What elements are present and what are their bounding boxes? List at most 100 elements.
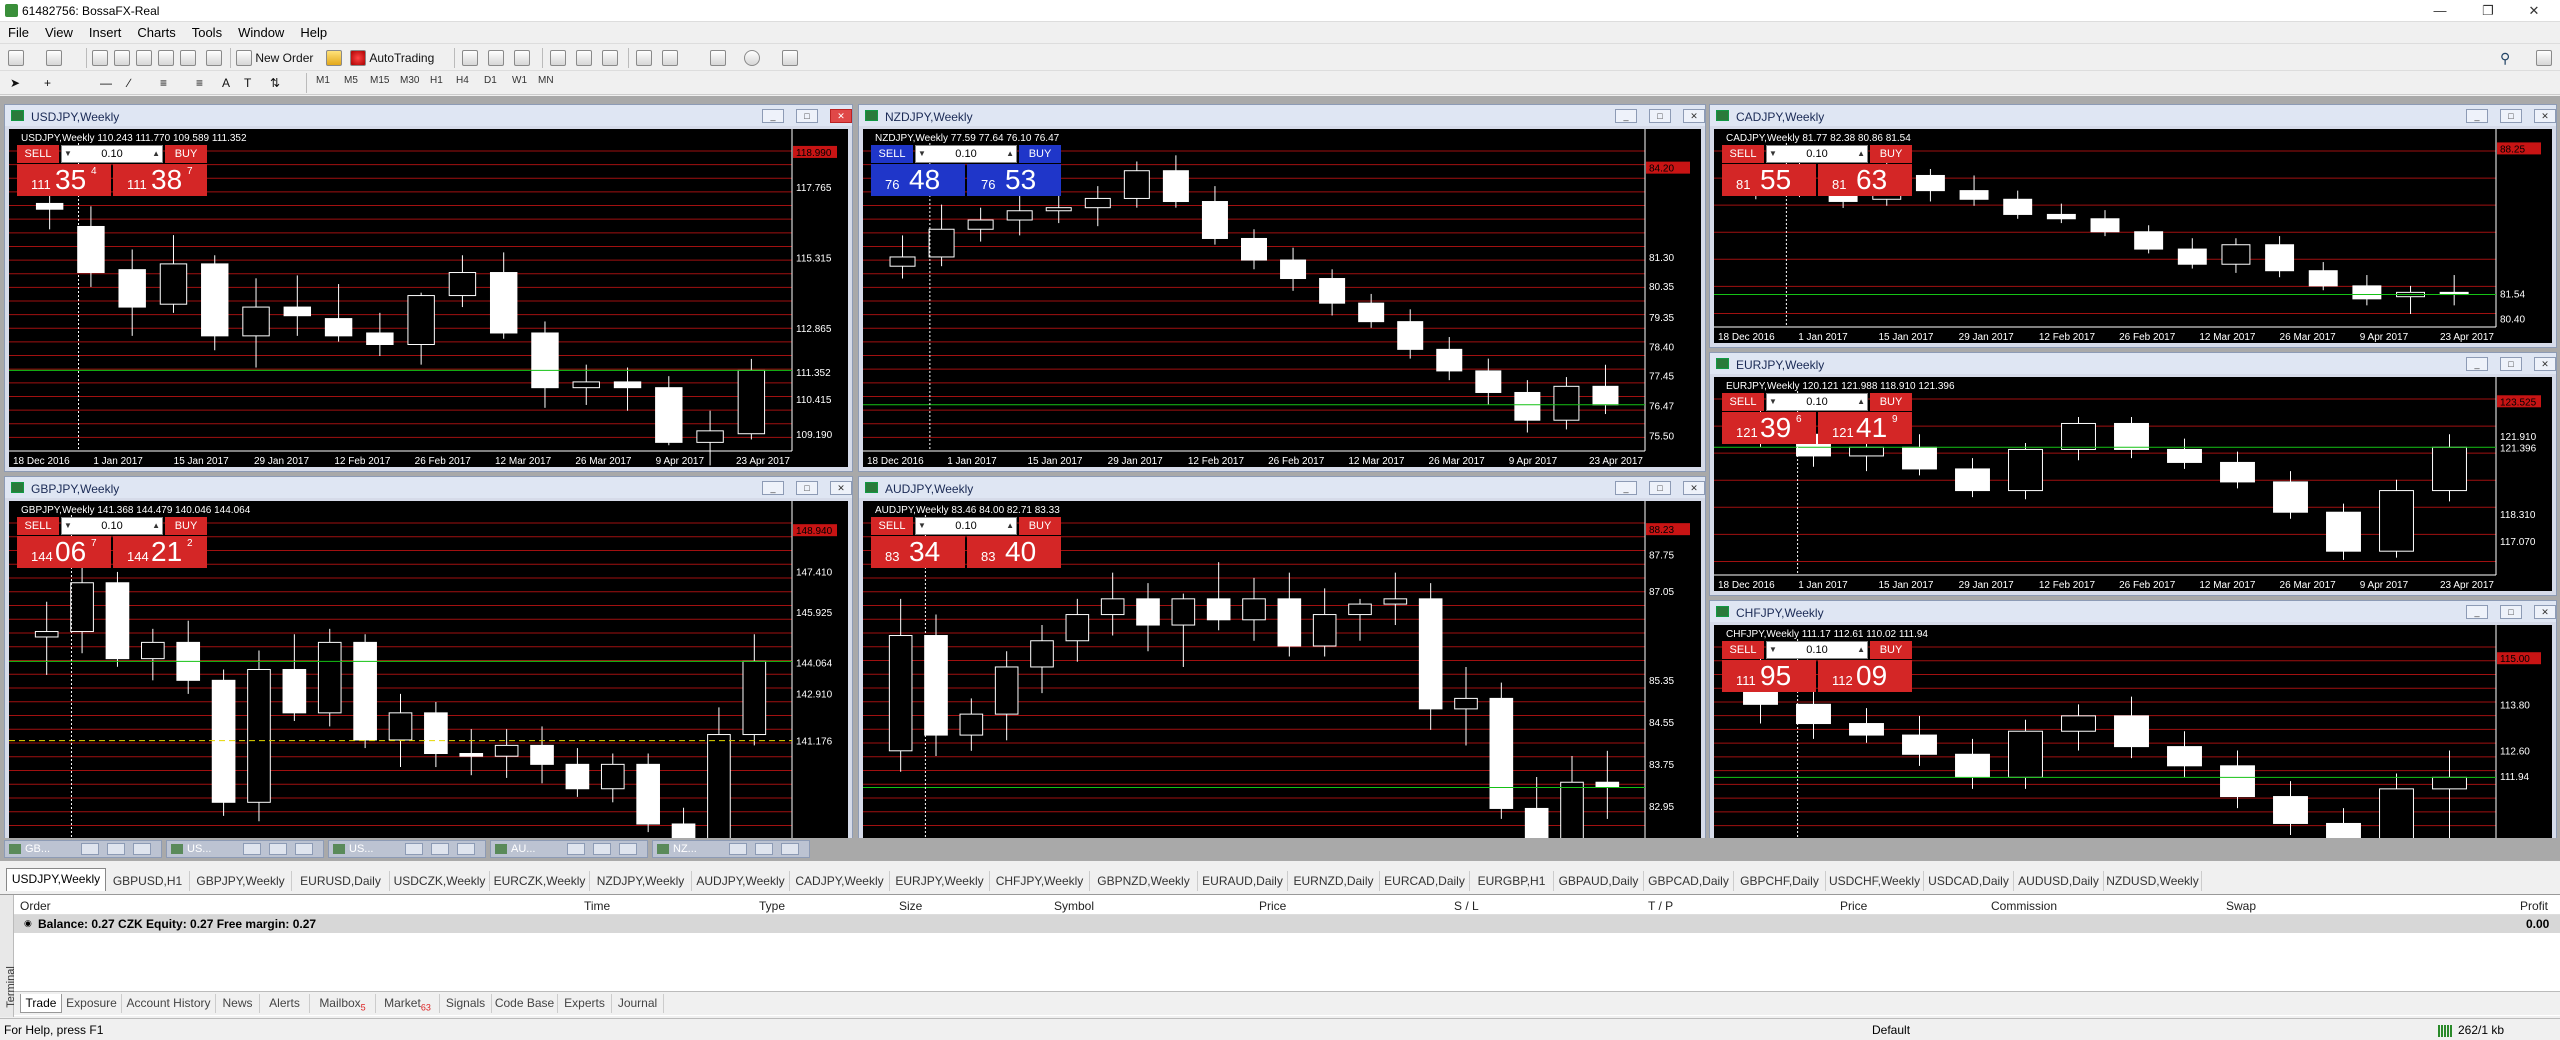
lot-up-icon[interactable]: ▲ bbox=[1857, 642, 1865, 658]
lot-up-icon[interactable]: ▲ bbox=[1857, 394, 1865, 410]
menu-tools[interactable]: Tools bbox=[184, 22, 230, 43]
sell-button[interactable]: SELL bbox=[1722, 393, 1764, 411]
chart-minimize-button[interactable]: _ bbox=[1615, 481, 1637, 495]
restore-button[interactable]: ❐ bbox=[2468, 2, 2508, 20]
balance-row[interactable]: ◉ Balance: 0.27 CZK Equity: 0.27 Free ma… bbox=[14, 915, 2560, 933]
buy-button[interactable]: BUY bbox=[1870, 393, 1912, 411]
col-order[interactable]: Order bbox=[20, 899, 51, 913]
buy-button[interactable]: BUY bbox=[1019, 517, 1061, 535]
col-type[interactable]: Type bbox=[759, 899, 785, 913]
sell-price[interactable]: 111 95 bbox=[1722, 660, 1816, 692]
sell-price[interactable]: 83 34 bbox=[871, 536, 965, 568]
maximize-icon[interactable] bbox=[269, 843, 287, 855]
tf-m30[interactable]: M30 bbox=[400, 75, 419, 86]
channel-tool[interactable]: ≡ bbox=[160, 72, 167, 94]
chart-close-button[interactable]: ✕ bbox=[2534, 109, 2556, 123]
chart-tab[interactable]: GBPCAD,Daily bbox=[1644, 871, 1734, 891]
arrows-tool[interactable]: ⇅ bbox=[270, 72, 280, 94]
terminal-tab-mailbox[interactable]: Mailbox5 bbox=[310, 994, 376, 1013]
sell-button[interactable]: SELL bbox=[1722, 145, 1764, 163]
tf-m5[interactable]: M5 bbox=[344, 75, 358, 86]
line-chart-button[interactable] bbox=[514, 47, 530, 69]
chart-maximize-button[interactable]: □ bbox=[1649, 109, 1671, 123]
sell-price[interactable]: 144 06 7 bbox=[17, 536, 111, 568]
chart-maximize-button[interactable]: □ bbox=[796, 109, 818, 123]
lot-up-icon[interactable]: ▲ bbox=[1857, 146, 1865, 162]
col-tp[interactable]: T / P bbox=[1648, 899, 1673, 913]
buy-price[interactable]: 76 53 bbox=[967, 164, 1061, 196]
close-button[interactable]: ✕ bbox=[2514, 2, 2554, 20]
chart-window-title[interactable]: CHFJPY,Weekly bbox=[1710, 601, 2556, 622]
col-price[interactable]: Price bbox=[1259, 899, 1286, 913]
chart-window[interactable]: EURJPY,Weekly _ □ ✕ 123.525 121.910 121.396 118… bbox=[1709, 352, 2557, 596]
sell-price[interactable]: 81 55 bbox=[1722, 164, 1816, 196]
chart-minimize-button[interactable]: _ bbox=[2466, 357, 2488, 371]
chart-tab[interactable]: EURUSD,Daily bbox=[292, 871, 390, 891]
tester-button[interactable] bbox=[180, 47, 196, 69]
minimized-window[interactable]: GB... bbox=[4, 840, 162, 858]
chart-window-title[interactable]: AUDJPY,Weekly bbox=[859, 477, 1705, 498]
chart-tab[interactable]: GBPJPY,Weekly bbox=[190, 871, 292, 891]
chart-tab[interactable]: USDCHF,Weekly bbox=[1826, 871, 1924, 891]
tf-h4[interactable]: H4 bbox=[456, 75, 469, 86]
menu-charts[interactable]: Charts bbox=[129, 22, 183, 43]
metaeditor-button[interactable] bbox=[326, 47, 342, 69]
chart-tab[interactable]: AUDJPY,Weekly bbox=[692, 871, 790, 891]
chart-window-title[interactable]: EURJPY,Weekly bbox=[1710, 353, 2556, 374]
col-sl[interactable]: S / L bbox=[1454, 899, 1479, 913]
maximize-icon[interactable] bbox=[755, 843, 773, 855]
chart-minimize-button[interactable]: _ bbox=[2466, 605, 2488, 619]
col-swap[interactable]: Swap bbox=[2226, 899, 2256, 913]
close-icon[interactable] bbox=[457, 843, 475, 855]
crosshair-tool[interactable]: + bbox=[44, 72, 51, 94]
terminal-tab-signals[interactable]: Signals bbox=[440, 994, 492, 1013]
terminal-tab-market[interactable]: Market63 bbox=[376, 994, 440, 1013]
data-window-button[interactable] bbox=[114, 47, 130, 69]
menu-insert[interactable]: Insert bbox=[81, 22, 130, 43]
lot-size-input[interactable]: ▼ 0.10 ▲ bbox=[1766, 145, 1868, 163]
chart-minimize-button[interactable]: _ bbox=[762, 109, 784, 123]
menu-window[interactable]: Window bbox=[230, 22, 292, 43]
market-watch-button[interactable] bbox=[92, 47, 108, 69]
lot-up-icon[interactable]: ▲ bbox=[152, 146, 160, 162]
terminal-tab-code-base[interactable]: Code Base bbox=[492, 994, 558, 1013]
buy-button[interactable]: BUY bbox=[165, 145, 207, 163]
maximize-icon[interactable] bbox=[107, 843, 125, 855]
minimized-window[interactable]: US... bbox=[328, 840, 486, 858]
candlestick-button[interactable] bbox=[488, 47, 504, 69]
buy-button[interactable]: BUY bbox=[1870, 641, 1912, 659]
restore-icon[interactable] bbox=[81, 843, 99, 855]
menu-help[interactable]: Help bbox=[292, 22, 335, 43]
lot-down-icon[interactable]: ▼ bbox=[1769, 146, 1777, 162]
lot-size-input[interactable]: ▼ 0.10 ▲ bbox=[61, 517, 163, 535]
chart-window-title[interactable]: NZDJPY,Weekly bbox=[859, 105, 1705, 126]
tf-d1[interactable]: D1 bbox=[484, 75, 497, 86]
maximize-icon[interactable] bbox=[593, 843, 611, 855]
chart-window-title[interactable]: GBPJPY,Weekly bbox=[5, 477, 852, 498]
chat-button[interactable] bbox=[2536, 47, 2552, 69]
lot-size-input[interactable]: ▼ 0.10 ▲ bbox=[915, 145, 1017, 163]
col-symbol[interactable]: Symbol bbox=[1054, 899, 1094, 913]
terminal-tab-account-history[interactable]: Account History bbox=[122, 994, 216, 1013]
minimize-button[interactable]: — bbox=[2420, 2, 2460, 20]
terminal-tab-journal[interactable]: Journal bbox=[612, 994, 664, 1013]
tf-m1[interactable]: M1 bbox=[316, 75, 330, 86]
chart-tab[interactable]: GBPUSD,H1 bbox=[106, 871, 190, 891]
lot-size-input[interactable]: ▼ 0.10 ▲ bbox=[1766, 641, 1868, 659]
chart-maximize-button[interactable]: □ bbox=[2500, 357, 2522, 371]
restore-icon[interactable] bbox=[243, 843, 261, 855]
buy-price[interactable]: 81 63 bbox=[1818, 164, 1912, 196]
terminal-button[interactable] bbox=[158, 47, 174, 69]
chart-tab[interactable]: USDCAD,Daily bbox=[1924, 871, 2014, 891]
buy-price[interactable]: 112 09 bbox=[1818, 660, 1912, 692]
chart-minimize-button[interactable]: _ bbox=[1615, 109, 1637, 123]
buy-price[interactable]: 111 38 7 bbox=[113, 164, 207, 196]
chart-tab[interactable]: EURCZK,Weekly bbox=[490, 871, 590, 891]
close-icon[interactable] bbox=[295, 843, 313, 855]
restore-icon[interactable] bbox=[729, 843, 747, 855]
minimized-window[interactable]: AU... bbox=[490, 840, 648, 858]
lot-up-icon[interactable]: ▲ bbox=[1006, 146, 1014, 162]
terminal-tab-experts[interactable]: Experts bbox=[558, 994, 612, 1013]
tf-h1[interactable]: H1 bbox=[430, 75, 443, 86]
indicators-button[interactable] bbox=[710, 47, 726, 69]
